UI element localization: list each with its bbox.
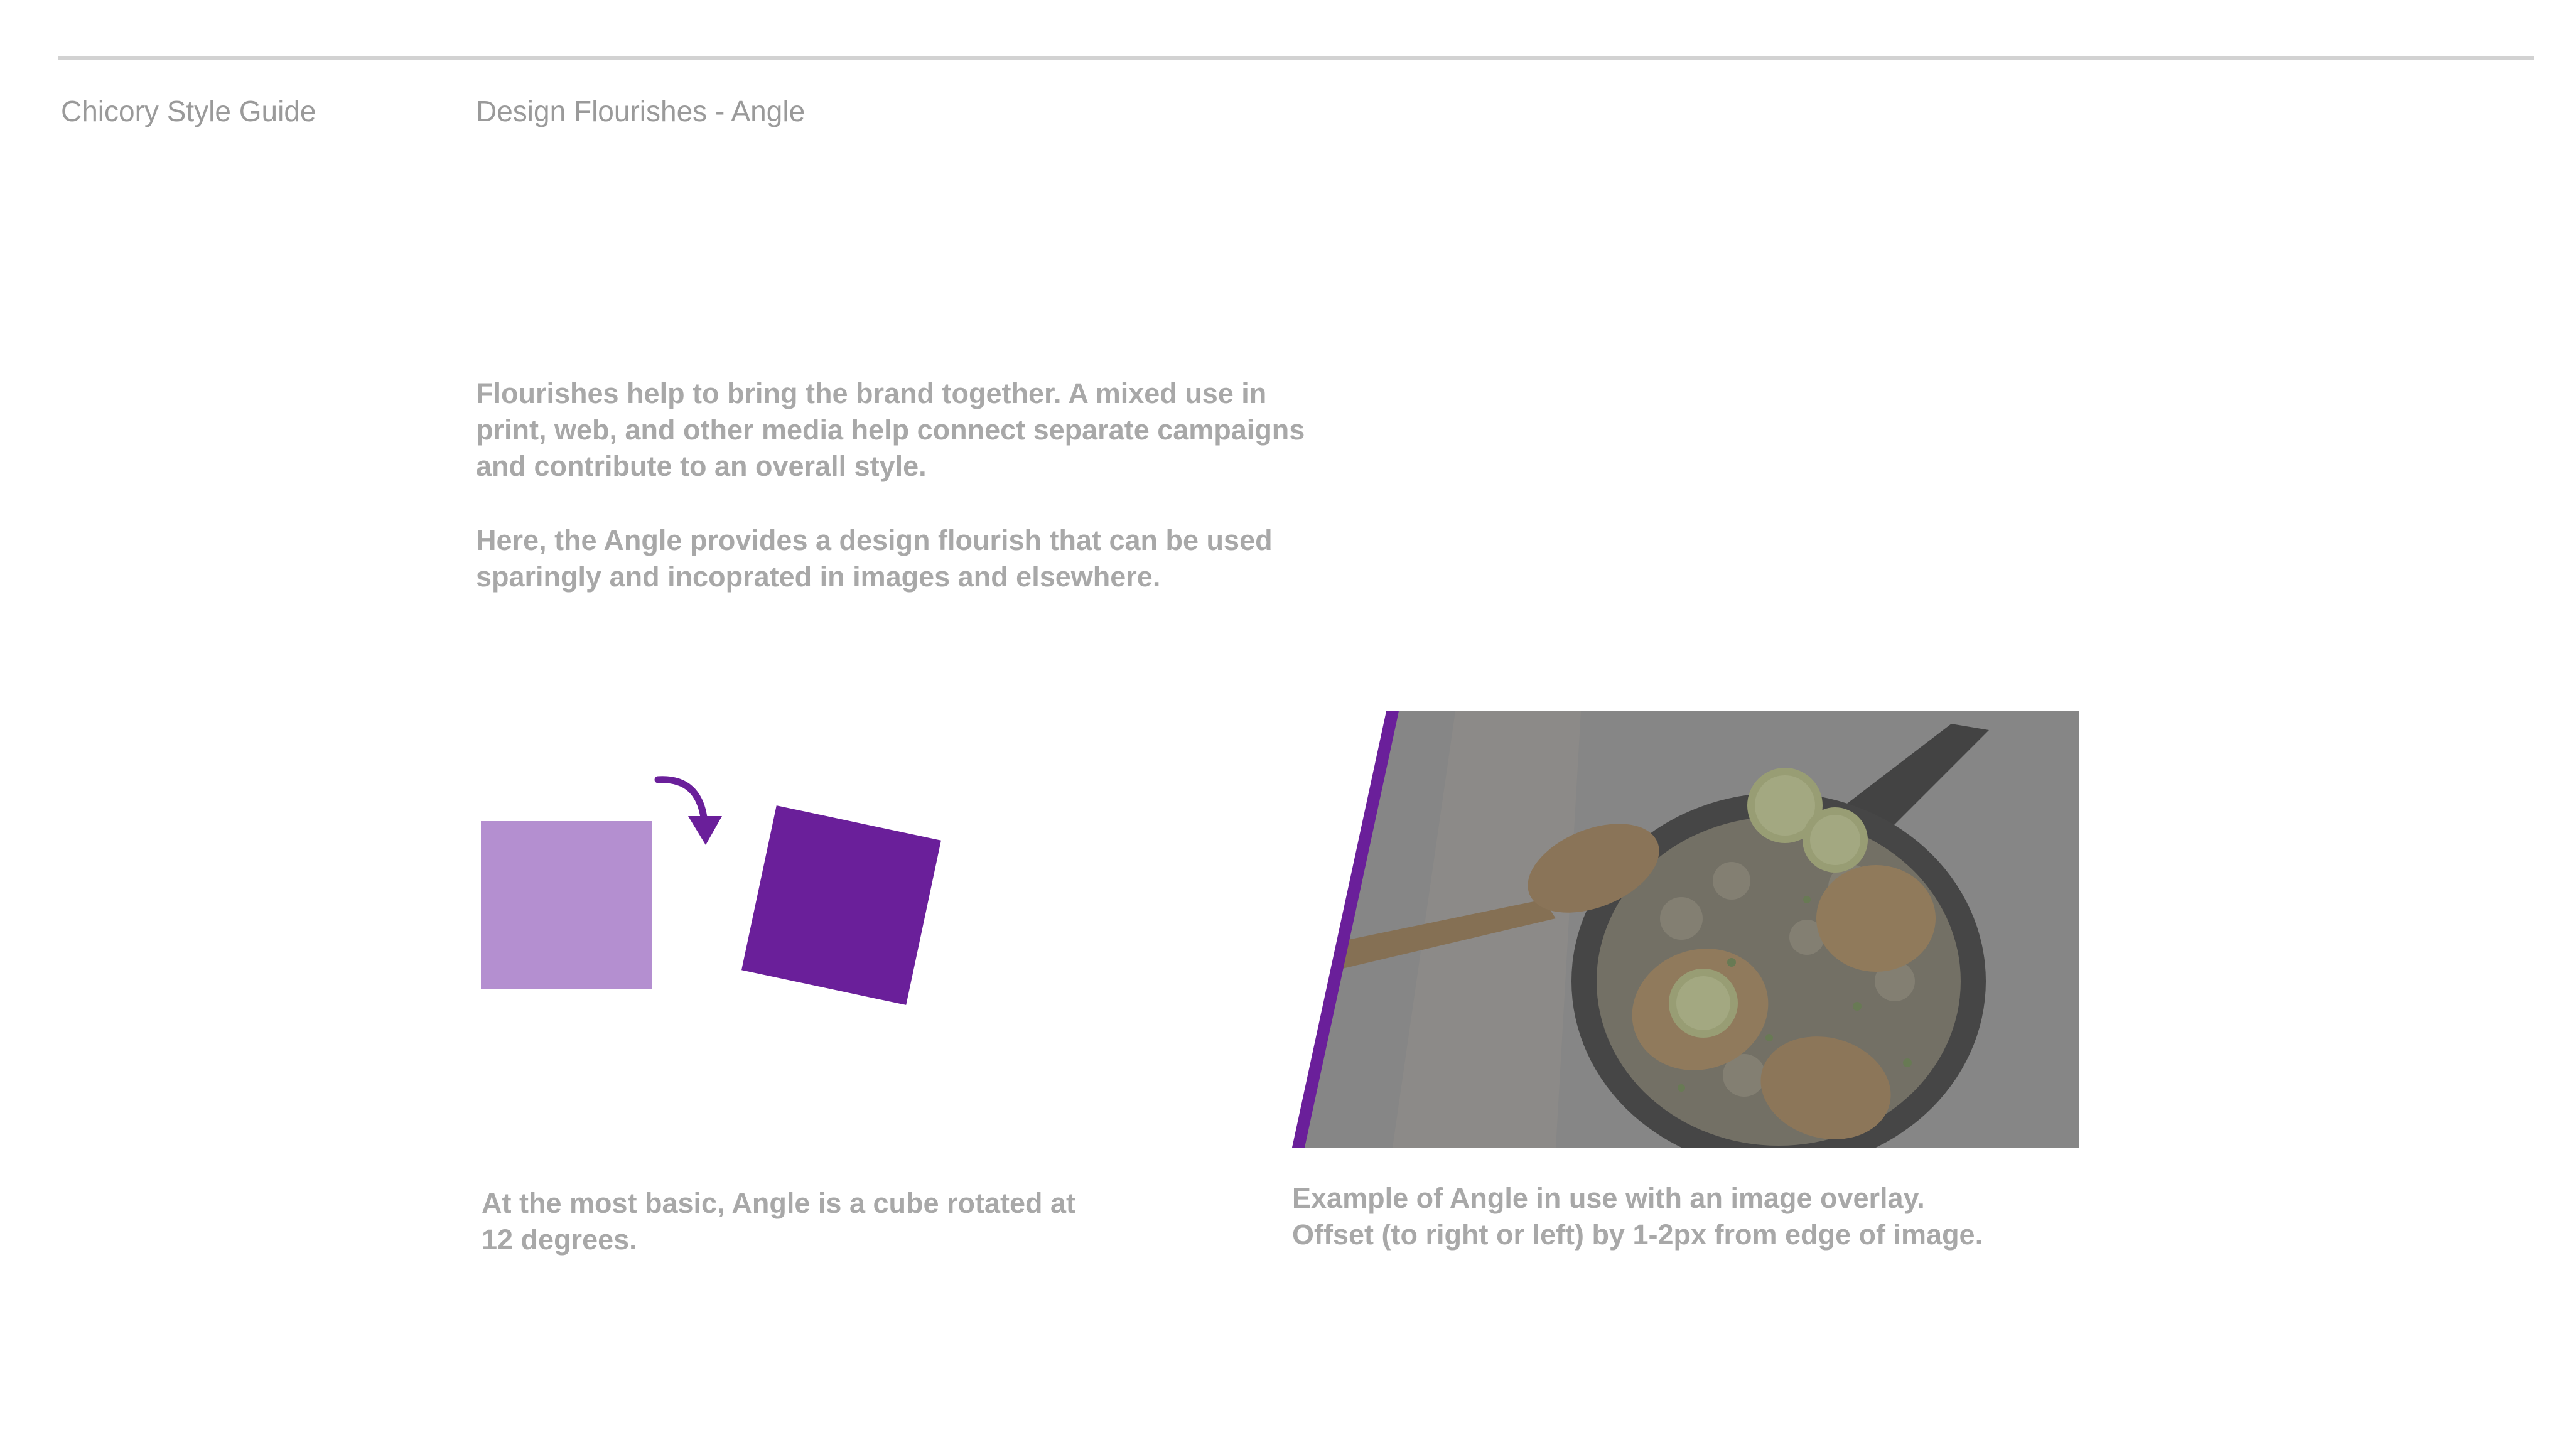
rotated-square [741,805,941,1005]
top-divider [58,56,2534,60]
angle-example-image [1292,711,2079,1148]
rotate-clockwise-arrow-icon [654,776,722,845]
image-overlay [1292,711,2079,1148]
angle-demo-caption: At the most basic, Angle is a cube rotat… [482,1187,1076,1256]
example-caption: Example of Angle in use with an image ov… [1292,1180,2171,1253]
example-caption-line-2: Offset (to right or left) by 1-2px from … [1292,1218,1983,1251]
angle-demo-figure [481,776,941,1005]
intro-paragraph-1: Flourishes help to bring the brand toget… [476,377,1305,482]
section-title: Design Flourishes - Angle [476,95,806,127]
intro-paragraph-2: Here, the Angle provides a design flouri… [476,524,1273,593]
original-square [481,821,652,989]
guide-title: Chicory Style Guide [61,95,316,127]
example-caption-line-1: Example of Angle in use with an image ov… [1292,1182,1925,1214]
